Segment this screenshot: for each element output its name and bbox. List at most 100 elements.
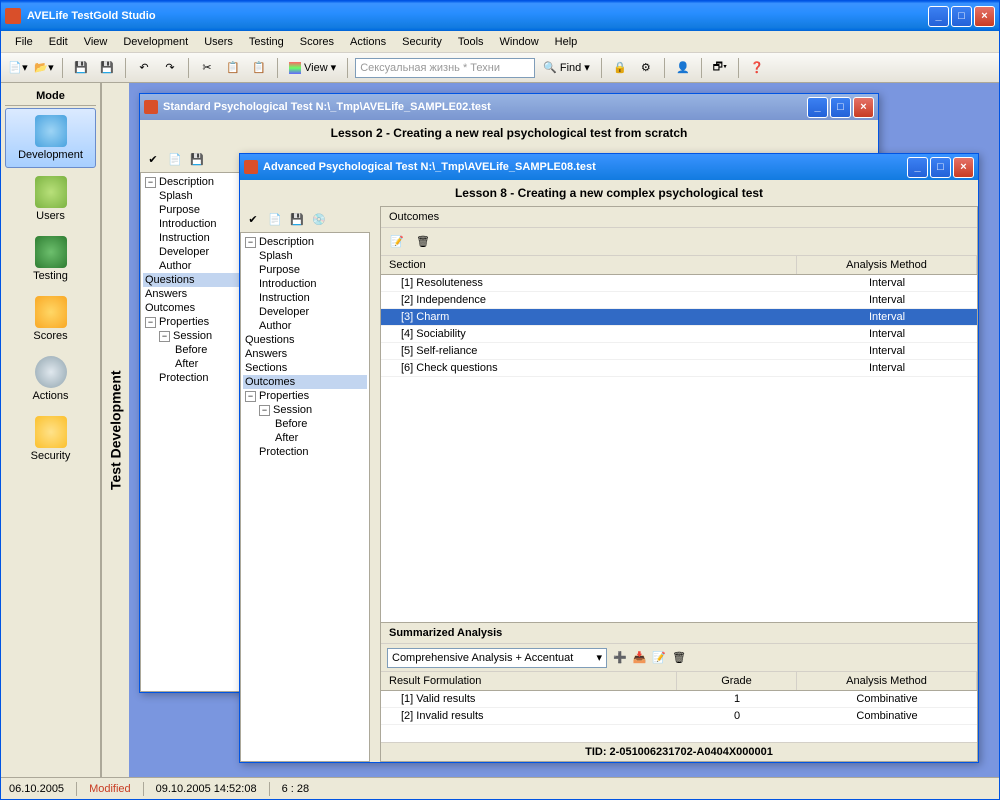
window2-minimize-button[interactable]: _ bbox=[907, 157, 928, 178]
tree-introduction[interactable]: Introduction bbox=[243, 277, 367, 291]
tree-questions[interactable]: Questions bbox=[243, 333, 367, 347]
window2-titlebar[interactable]: Advanced Psychological Test N:\_Tmp\AVEL… bbox=[240, 154, 978, 180]
outcome-row[interactable]: [5] Self-relianceInterval bbox=[381, 343, 977, 360]
mode-scores[interactable]: Scores bbox=[5, 290, 96, 348]
col-method[interactable]: Analysis Method bbox=[797, 256, 977, 274]
tree-properties[interactable]: −Properties bbox=[243, 389, 367, 403]
expander-icon[interactable]: − bbox=[145, 317, 156, 328]
expander-icon[interactable]: − bbox=[159, 331, 170, 342]
main-titlebar[interactable]: AVELife TestGold Studio _ □ × bbox=[1, 1, 999, 31]
window1-minimize-button[interactable]: _ bbox=[807, 97, 828, 118]
tool1-button[interactable]: 🔒 bbox=[609, 57, 631, 79]
menu-security[interactable]: Security bbox=[396, 34, 448, 50]
add2-icon[interactable]: 📥 bbox=[633, 651, 647, 664]
check-icon[interactable]: ✔ bbox=[144, 150, 162, 168]
save-button[interactable]: 💾 bbox=[70, 57, 92, 79]
doc-icon[interactable]: 📄 bbox=[166, 150, 184, 168]
view-dropdown[interactable]: View ▾ bbox=[285, 59, 340, 76]
tree-instruction[interactable]: Instruction bbox=[243, 291, 367, 305]
doc-icon[interactable]: 📄 bbox=[266, 210, 284, 228]
cut-button[interactable]: ✂ bbox=[196, 57, 218, 79]
menu-window[interactable]: Window bbox=[494, 34, 545, 50]
col-method[interactable]: Analysis Method bbox=[797, 672, 977, 690]
window2-close-button[interactable]: × bbox=[953, 157, 974, 178]
help-button[interactable]: ❓ bbox=[746, 57, 768, 79]
window1-close-button[interactable]: × bbox=[853, 97, 874, 118]
tree-answers[interactable]: Answers bbox=[243, 347, 367, 361]
new-button[interactable]: 📄▾ bbox=[7, 57, 29, 79]
col-section[interactable]: Section bbox=[381, 256, 797, 274]
save-icon[interactable]: 💾 bbox=[288, 210, 306, 228]
edit-icon[interactable]: 📝 bbox=[387, 232, 407, 252]
menu-tools[interactable]: Tools bbox=[452, 34, 490, 50]
window1-titlebar[interactable]: Standard Psychological Test N:\_Tmp\AVEL… bbox=[140, 94, 878, 120]
open-button[interactable]: 📂▾ bbox=[33, 57, 55, 79]
windows-button[interactable]: 🗗▾ bbox=[709, 57, 731, 79]
delete-icon[interactable]: 🗑 bbox=[413, 232, 433, 252]
window-sample08[interactable]: Advanced Psychological Test N:\_Tmp\AVEL… bbox=[239, 153, 979, 763]
delete-icon[interactable]: 🗑 bbox=[672, 651, 686, 664]
search-input[interactable]: Сексуальная жизнь * Техни bbox=[355, 58, 535, 78]
close-button[interactable]: × bbox=[974, 6, 995, 27]
check-icon[interactable]: ✔ bbox=[244, 210, 262, 228]
tree-sections[interactable]: Sections bbox=[243, 361, 367, 375]
menu-development[interactable]: Development bbox=[117, 34, 194, 50]
disk-icon[interactable]: 💿 bbox=[310, 210, 328, 228]
mode-security[interactable]: Security bbox=[5, 410, 96, 468]
outcome-row[interactable]: [3] CharmInterval bbox=[381, 309, 977, 326]
window2-body: ✔ 📄 💾 💿 −Description Splash Purpose Intr… bbox=[240, 206, 978, 762]
col-formulation[interactable]: Result Formulation bbox=[381, 672, 677, 690]
analysis-combo[interactable]: Comprehensive Analysis + Accentuat▾ bbox=[387, 648, 607, 668]
summary-row[interactable]: [1] Valid results1Combinative bbox=[381, 691, 977, 708]
edit-icon[interactable]: 📝 bbox=[652, 651, 666, 664]
tree-splash[interactable]: Splash bbox=[243, 249, 367, 263]
paste-button[interactable]: 📋 bbox=[248, 57, 270, 79]
menu-file[interactable]: File bbox=[9, 34, 39, 50]
mode-development[interactable]: Development bbox=[5, 108, 96, 168]
col-grade[interactable]: Grade bbox=[677, 672, 797, 690]
menu-users[interactable]: Users bbox=[198, 34, 239, 50]
tree-purpose[interactable]: Purpose bbox=[243, 263, 367, 277]
menu-actions[interactable]: Actions bbox=[344, 34, 392, 50]
outcome-row[interactable]: [4] SociabilityInterval bbox=[381, 326, 977, 343]
menu-edit[interactable]: Edit bbox=[43, 34, 74, 50]
save-icon[interactable]: 💾 bbox=[188, 150, 206, 168]
expander-icon[interactable]: − bbox=[145, 177, 156, 188]
window2-tree[interactable]: −Description Splash Purpose Introduction… bbox=[240, 232, 370, 762]
cell-section: [6] Check questions bbox=[381, 360, 797, 376]
tree-after[interactable]: After bbox=[243, 431, 367, 445]
menu-testing[interactable]: Testing bbox=[243, 34, 290, 50]
mode-actions[interactable]: Actions bbox=[5, 350, 96, 408]
tree-author[interactable]: Author bbox=[243, 319, 367, 333]
mode-testing[interactable]: Testing bbox=[5, 230, 96, 288]
maximize-button[interactable]: □ bbox=[951, 6, 972, 27]
tree-description[interactable]: −Description bbox=[243, 235, 367, 249]
tree-session[interactable]: −Session bbox=[243, 403, 367, 417]
window2-maximize-button[interactable]: □ bbox=[930, 157, 951, 178]
menu-help[interactable]: Help bbox=[549, 34, 584, 50]
tree-developer[interactable]: Developer bbox=[243, 305, 367, 319]
tree-outcomes[interactable]: Outcomes bbox=[243, 375, 367, 389]
tool2-button[interactable]: ⚙ bbox=[635, 57, 657, 79]
minimize-button[interactable]: _ bbox=[928, 6, 949, 27]
outcome-row[interactable]: [6] Check questionsInterval bbox=[381, 360, 977, 377]
menu-scores[interactable]: Scores bbox=[294, 34, 340, 50]
mode-users[interactable]: Users bbox=[5, 170, 96, 228]
find-button[interactable]: 🔍 Find ▾ bbox=[539, 59, 594, 76]
save-all-button[interactable]: 💾 bbox=[96, 57, 118, 79]
tree-protection[interactable]: Protection bbox=[243, 445, 367, 459]
window1-maximize-button[interactable]: □ bbox=[830, 97, 851, 118]
summary-row[interactable]: [2] Invalid results0Combinative bbox=[381, 708, 977, 725]
expander-icon[interactable]: − bbox=[259, 405, 270, 416]
tree-before[interactable]: Before bbox=[243, 417, 367, 431]
redo-button[interactable]: ↷ bbox=[159, 57, 181, 79]
expander-icon[interactable]: − bbox=[245, 237, 256, 248]
copy-button[interactable]: 📋 bbox=[222, 57, 244, 79]
undo-button[interactable]: ↶ bbox=[133, 57, 155, 79]
expander-icon[interactable]: − bbox=[245, 391, 256, 402]
user-button[interactable]: 👤 bbox=[672, 57, 694, 79]
add-icon[interactable]: ➕ bbox=[613, 651, 627, 664]
menu-view[interactable]: View bbox=[78, 34, 114, 50]
outcome-row[interactable]: [1] ResolutenessInterval bbox=[381, 275, 977, 292]
outcome-row[interactable]: [2] IndependenceInterval bbox=[381, 292, 977, 309]
